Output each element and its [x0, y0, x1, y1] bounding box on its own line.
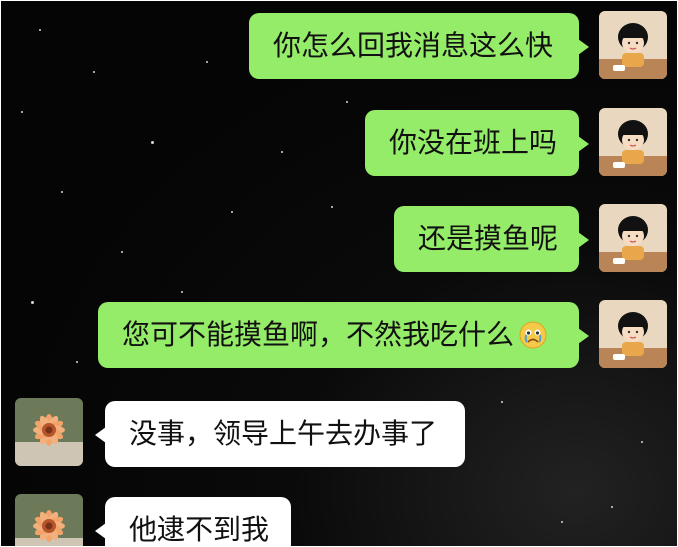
- received-message-bubble[interactable]: 没事，领导上午去办事了: [95, 401, 465, 467]
- message-text: 您可不能摸鱼啊，不然我吃什么: [122, 318, 515, 351]
- sent-message-bubble[interactable]: 您可不能摸鱼啊，不然我吃什么: [98, 302, 589, 368]
- flower-avatar-icon: [15, 494, 83, 546]
- contact-avatar[interactable]: [15, 398, 83, 466]
- sent-message-bubble[interactable]: 你没在班上吗: [365, 110, 589, 176]
- flower-avatar-icon: [15, 398, 83, 466]
- message-text: 他逮不到我: [129, 513, 270, 546]
- cartoon-girl-avatar-icon: [599, 204, 667, 272]
- cartoon-girl-avatar-icon: [599, 300, 667, 368]
- my-avatar[interactable]: [599, 204, 667, 272]
- crying-face-icon: [519, 321, 547, 349]
- sent-message-bubble[interactable]: 还是摸鱼呢: [394, 206, 589, 272]
- message-text: 还是摸鱼呢: [418, 222, 559, 255]
- my-avatar[interactable]: [599, 11, 667, 79]
- my-avatar[interactable]: [599, 300, 667, 368]
- received-message-bubble[interactable]: 他逮不到我: [95, 497, 291, 546]
- contact-avatar[interactable]: [15, 494, 83, 546]
- chat-screen: 你怎么回我消息这么快 你没在班上吗 还是摸鱼呢 您可不能摸鱼啊，不然我吃什么 没…: [1, 1, 677, 546]
- my-avatar[interactable]: [599, 108, 667, 176]
- message-text: 你没在班上吗: [389, 126, 558, 159]
- message-text: 你怎么回我消息这么快: [273, 29, 554, 62]
- cartoon-girl-avatar-icon: [599, 108, 667, 176]
- cartoon-girl-avatar-icon: [599, 11, 667, 79]
- sent-message-bubble[interactable]: 你怎么回我消息这么快: [249, 13, 589, 79]
- message-text: 没事，领导上午去办事了: [129, 417, 438, 450]
